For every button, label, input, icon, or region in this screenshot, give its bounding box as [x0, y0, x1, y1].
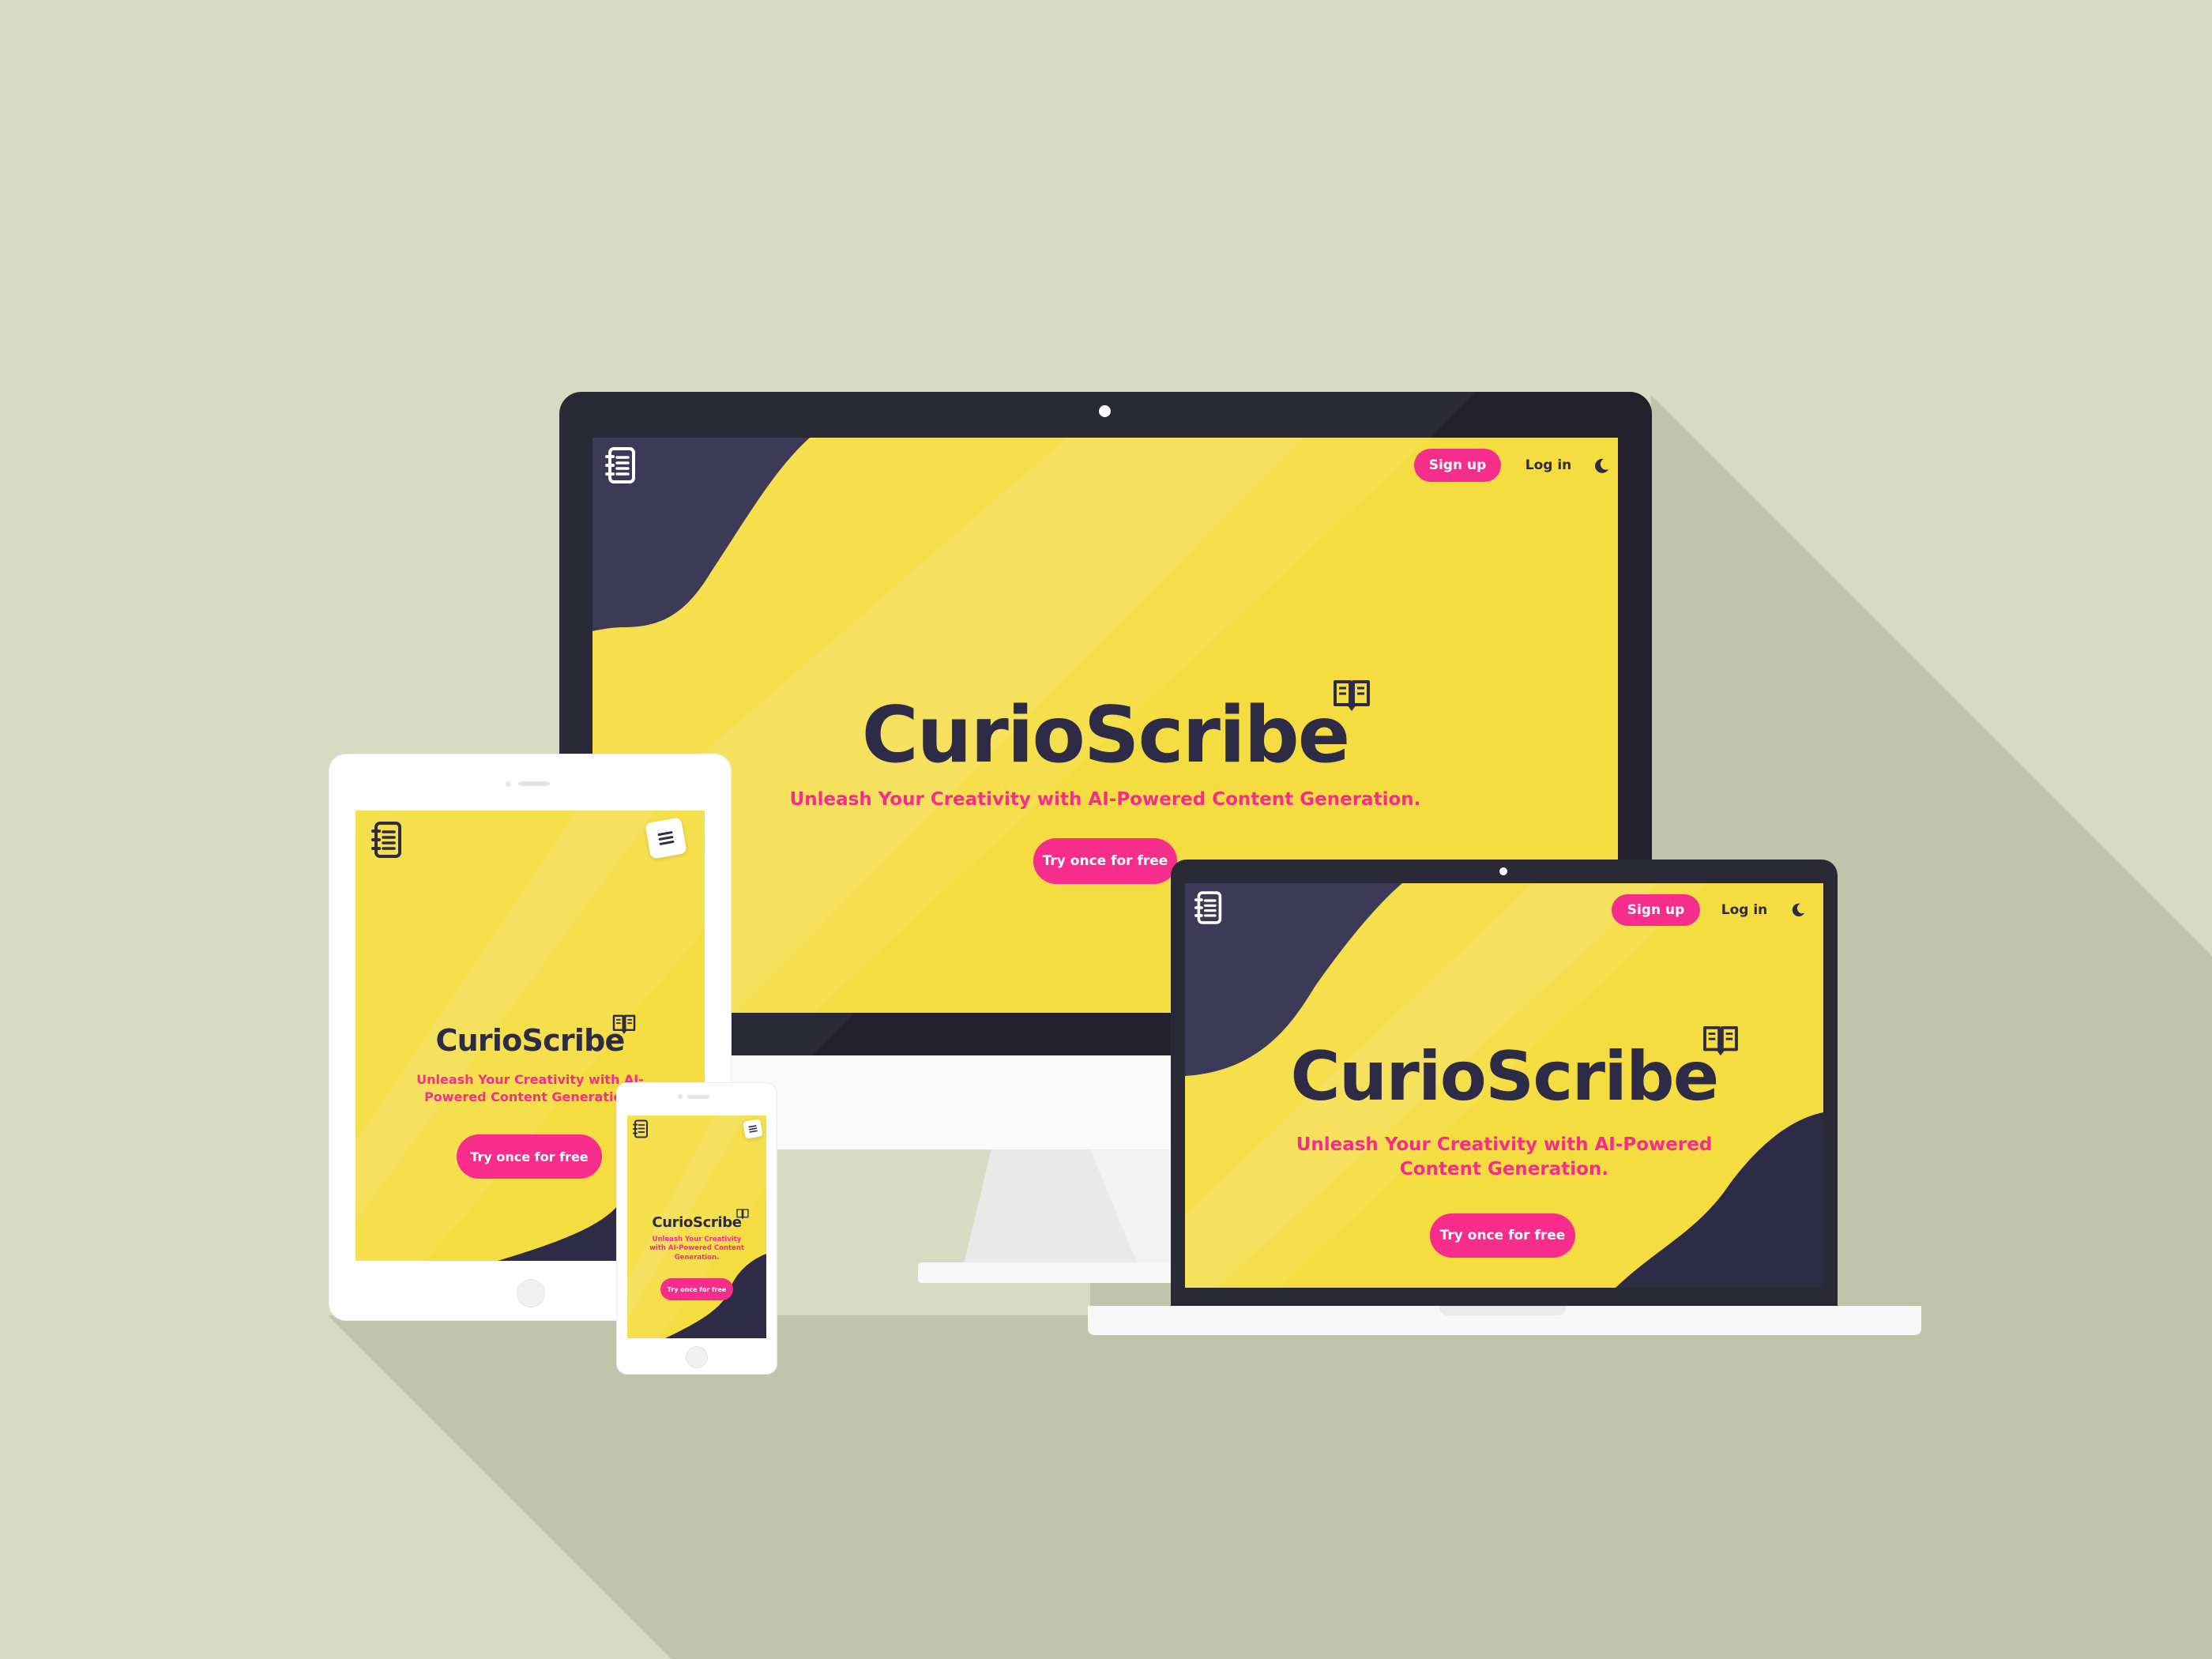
notebook-icon [633, 1119, 648, 1138]
phone-speaker [687, 1095, 709, 1099]
brand-name: CurioScribe [652, 1214, 742, 1231]
logo-notebook-icon[interactable] [1193, 890, 1224, 926]
phone-camera [678, 1094, 683, 1099]
try-free-button[interactable]: Try once for free [1430, 1213, 1575, 1258]
book-icon [1702, 1025, 1738, 1056]
moon-icon[interactable] [1790, 902, 1806, 918]
signup-button[interactable]: Sign up [1612, 894, 1700, 926]
login-button[interactable]: Log in [1714, 894, 1774, 926]
brand-name: CurioScribe [1290, 1037, 1719, 1116]
hero-title: CurioScribe [627, 1209, 766, 1231]
hero-title: CurioScribe [1185, 1025, 1823, 1111]
laptop-camera [1499, 867, 1507, 875]
logo-notebook-icon[interactable] [632, 1119, 649, 1139]
book-icon [735, 1209, 749, 1220]
menu-button[interactable] [743, 1119, 763, 1139]
try-free-button[interactable]: Try once for free [660, 1278, 733, 1300]
notebook-icon [1194, 891, 1222, 924]
laptop-screen: Sign up Log in CurioScribe Unleash Your … [1185, 883, 1823, 1288]
phone-screen: CurioScribe Unleash Your Creativity with… [627, 1115, 766, 1338]
hero-tagline: Unleash Your Creativity with AI-Powered … [1296, 1134, 1713, 1180]
menu-icon [748, 1125, 758, 1133]
phone: CurioScribe Unleash Your Creativity with… [616, 1082, 777, 1375]
laptop: Sign up Log in CurioScribe Unleash Your … [0, 0, 2212, 1659]
phone-home-button[interactable] [686, 1346, 708, 1368]
laptop-notch [1439, 1306, 1566, 1315]
hero-tagline: Unleash Your Creativity with AI-Powered … [649, 1236, 744, 1262]
